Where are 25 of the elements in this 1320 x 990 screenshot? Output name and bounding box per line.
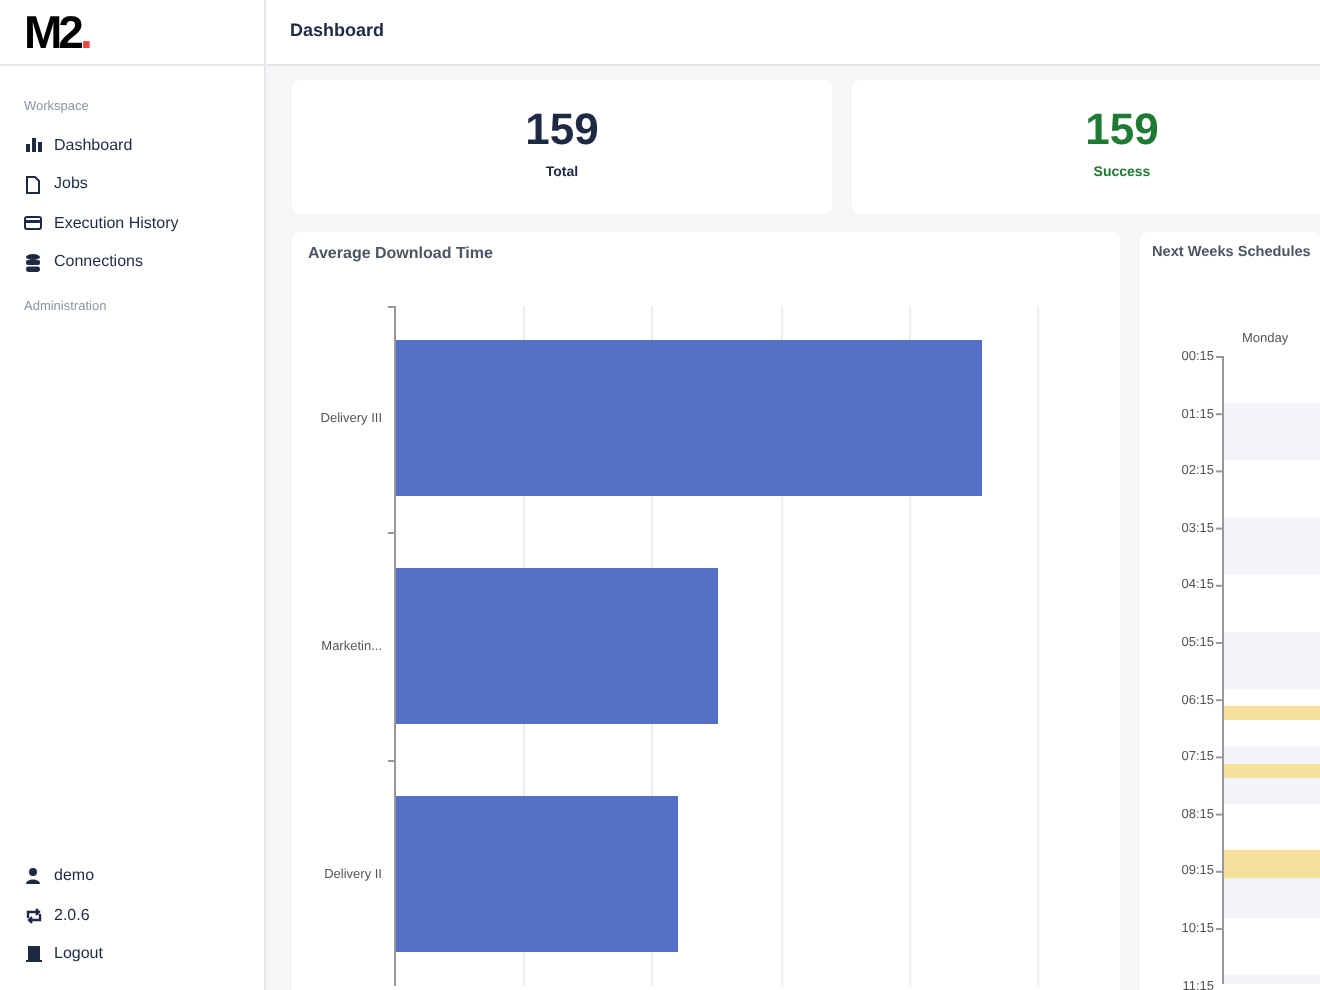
credit-card-icon	[24, 216, 42, 231]
nav-item[interactable]: Logout	[0, 935, 119, 974]
page-title: Dashboard	[290, 18, 385, 45]
bar-chart-icon	[25, 138, 41, 153]
sync-icon	[25, 907, 41, 924]
row-band	[1224, 403, 1320, 461]
schedule-event	[1224, 849, 1320, 878]
nav-item[interactable]: Dashboard	[0, 126, 149, 165]
nav-item[interactable]: 2.0.6	[0, 896, 106, 935]
stat-value: 159	[525, 108, 599, 153]
nav-item[interactable]: Connections	[0, 243, 159, 282]
row-band	[1224, 517, 1320, 575]
nav-item[interactable]: demo	[0, 857, 111, 896]
logo: M2.	[24, 9, 89, 55]
database-icon	[26, 253, 40, 272]
user-icon	[26, 868, 40, 885]
schedule-event	[1224, 705, 1320, 720]
nav-item[interactable]: Jobs	[0, 165, 104, 204]
door-icon	[25, 946, 41, 963]
nav-item[interactable]: Execution History	[0, 204, 195, 243]
stat-value: 159	[1085, 108, 1159, 153]
row-band	[1224, 631, 1320, 690]
row-band	[1224, 975, 1320, 984]
file-icon	[26, 175, 40, 194]
chart-title: Average Download Time	[306, 242, 493, 266]
